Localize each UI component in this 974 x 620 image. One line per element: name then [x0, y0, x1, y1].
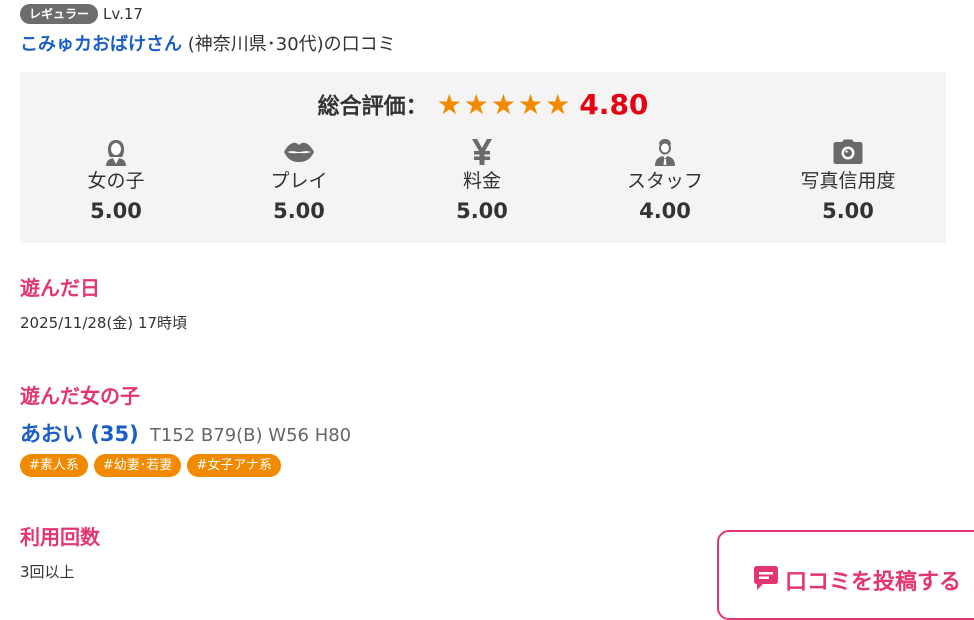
- star-icon: ★: [518, 88, 544, 121]
- star-rating: ★★★★★: [437, 88, 573, 121]
- star-icon: ★: [463, 88, 489, 121]
- girl-name-link[interactable]: あおい (35): [20, 422, 139, 446]
- rating-category-girl: 女の子 5.00: [36, 138, 196, 223]
- review-title: こみゅカおばけさん (神奈川県･30代)の口コミ: [20, 30, 396, 56]
- usage-heading: 利用回数: [20, 525, 100, 549]
- rating-panel: 総合評価： ★★★★★ 4.80 女の子 5.00 プレイ 5.00 料金 5.…: [20, 72, 946, 243]
- reviewer-name-link[interactable]: こみゅカおばけさん: [20, 34, 182, 55]
- girl-info: あおい (35) T152 B79(B) W56 H80: [20, 418, 351, 448]
- post-review-label: 口コミを投稿する: [785, 570, 962, 595]
- girl-tags: #素人系 #幼妻･若妻 #女子アナ系: [20, 454, 287, 477]
- visit-date-value: 2025/11/28(金) 17時頃: [20, 314, 188, 332]
- rating-category-score: 5.00: [273, 199, 325, 223]
- rating-category-label: プレイ: [270, 170, 328, 192]
- tag-badge[interactable]: #女子アナ系: [187, 454, 281, 477]
- star-icon: ★: [490, 88, 517, 121]
- reviewer-meta: (神奈川県･30代)の口コミ: [187, 34, 396, 55]
- visit-date-heading: 遊んだ日: [20, 276, 100, 300]
- rating-category-score: 5.00: [822, 199, 874, 223]
- tag-badge[interactable]: #幼妻･若妻: [93, 454, 182, 477]
- girl-spec: T152 B79(B) W56 H80: [149, 425, 352, 446]
- rating-category-label: スタッフ: [626, 170, 703, 192]
- post-review-button[interactable]: 口コミを投稿する: [717, 530, 974, 620]
- rating-category-score: 5.00: [90, 199, 142, 223]
- rating-category-staff: スタッフ 4.00: [585, 138, 745, 223]
- star-icon: ★: [545, 88, 571, 121]
- rating-category-score: 4.00: [639, 199, 691, 223]
- rating-category-photo: 写真信用度 5.00: [768, 138, 928, 223]
- rating-category-price: 料金 5.00: [402, 138, 562, 223]
- usage-value: 3回以上: [20, 563, 75, 581]
- girl-icon: [36, 138, 196, 166]
- lips-icon: [219, 138, 379, 166]
- camera-icon: [768, 138, 928, 166]
- rating-category-label: 料金: [462, 170, 501, 192]
- rank-badge: レギュラー: [20, 4, 99, 24]
- comment-icon: [753, 565, 779, 595]
- rating-category-label: 写真信用度: [800, 170, 896, 192]
- staff-icon: [585, 138, 745, 166]
- yen-icon: [402, 138, 562, 166]
- rating-category-score: 5.00: [456, 199, 508, 223]
- reviewer-header: レギュラー Lv.17: [20, 4, 143, 24]
- overall-rating: 総合評価： ★★★★★ 4.80: [20, 88, 946, 121]
- girl-heading: 遊んだ女の子: [20, 384, 140, 408]
- rating-category-label: 女の子: [87, 170, 145, 192]
- post-review-button-content: 口コミを投稿する: [753, 564, 961, 596]
- rating-category-play: プレイ 5.00: [219, 138, 379, 223]
- overall-rating-label: 総合評価：: [317, 94, 428, 120]
- tag-badge[interactable]: #素人系: [20, 454, 88, 477]
- star-icon: ★: [436, 88, 462, 121]
- overall-score: 4.80: [579, 88, 649, 121]
- reviewer-level: Lv.17: [103, 5, 143, 23]
